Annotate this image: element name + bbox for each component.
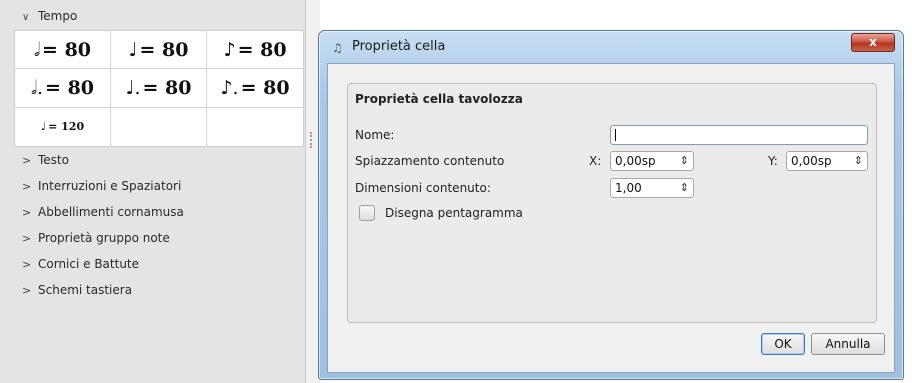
palette-section-bagpipe[interactable]: > Abbellimenti cornamusa — [22, 199, 184, 225]
chevron-right-icon: > — [22, 258, 32, 271]
palette-section-testo[interactable]: > Testo — [22, 147, 69, 173]
splitter-handle-icon — [310, 132, 312, 148]
palette-section-label: Schemi tastiera — [38, 283, 133, 297]
chevron-right-icon: > — [22, 206, 32, 219]
tempo-cell[interactable]: ♩ = 120 — [15, 107, 111, 146]
x-offset-label: X: — [589, 154, 602, 168]
palette-section-frames-measures[interactable]: > Cornici e Battute — [22, 251, 139, 277]
palette-section-label: Tempo — [38, 9, 78, 23]
tempo-cell-text: = 120 — [48, 120, 85, 134]
half-note-icon: 𝅗𝅥 — [33, 38, 41, 61]
tempo-cell-text: = 80 — [45, 76, 95, 99]
name-label: Nome: — [355, 128, 395, 142]
scale-value: 1,00 — [615, 181, 642, 195]
tempo-cell-text: = 80 — [42, 38, 92, 61]
tempo-cell[interactable]: ♪. = 80 — [207, 69, 303, 108]
tempo-grid: 𝅗𝅥 = 80 ♩ = 80 ♪ = 80 𝅗𝅥. = 80 ♩. = 80 ♪. = 80… — [14, 30, 304, 147]
scale-spinbox[interactable]: 1,00 ⇕ — [610, 178, 694, 198]
eighth-note-icon: ♪ — [223, 38, 236, 61]
draw-staff-label[interactable]: Disegna pentagramma — [385, 206, 523, 220]
tempo-cell-text: = 80 — [237, 38, 287, 61]
palette-section-fretboard[interactable]: > Schemi tastiera — [22, 277, 132, 303]
scale-label: Dimensioni contenuto: — [355, 181, 491, 195]
dotted-eighth-note-icon: ♪. — [220, 76, 239, 99]
cell-properties-group: Proprietà cella tavolozza Nome: Spiazzam… — [347, 83, 877, 323]
palette-section-label: Proprietà gruppo note — [38, 231, 170, 245]
tempo-cell-empty[interactable] — [207, 108, 303, 146]
quarter-note-icon: ♩ — [128, 38, 138, 61]
palette-section-label: Abbellimenti cornamusa — [38, 205, 184, 219]
palette-section-breaks[interactable]: > Interruzioni e Spaziatori — [22, 173, 181, 199]
ok-button[interactable]: OK — [761, 333, 805, 355]
tempo-cell[interactable]: 𝅗𝅥. = 80 — [15, 69, 111, 108]
tempo-cell-text: = 80 — [240, 76, 290, 99]
cancel-button[interactable]: Annulla — [811, 333, 885, 355]
spin-arrows-icon: ⇕ — [853, 154, 863, 167]
text-caret — [615, 129, 616, 141]
tempo-cell[interactable]: ♩. = 80 — [111, 69, 207, 108]
draw-staff-checkbox[interactable] — [359, 205, 375, 221]
name-input[interactable] — [610, 125, 868, 145]
spin-arrows-icon: ⇕ — [679, 154, 689, 167]
dotted-quarter-note-icon: ♩. — [125, 76, 141, 99]
tempo-cell[interactable]: ♪ = 80 — [207, 31, 303, 70]
app-icon: ♫ — [332, 41, 343, 55]
offset-label: Spiazzamento contenuto — [355, 154, 505, 168]
quarter-note-icon: ♩ — [40, 120, 47, 134]
palette-panel: ∨ Tempo 𝅗𝅥 = 80 ♩ = 80 ♪ = 80 𝅗𝅥. = 80 ♩. = 80… — [0, 0, 306, 383]
tempo-cell[interactable]: 𝅗𝅥 = 80 — [15, 31, 111, 70]
tempo-cell-empty[interactable] — [111, 107, 207, 146]
x-offset-value: 0,00sp — [615, 154, 656, 168]
palette-section-tempo[interactable]: ∨ Tempo — [22, 5, 77, 27]
dotted-half-note-icon: 𝅗𝅥. — [30, 76, 44, 99]
y-offset-spinbox[interactable]: 0,00sp ⇕ — [786, 151, 868, 171]
palette-cell-properties-dialog: ♫ Proprietà cella x Proprietà cella tavo… — [318, 30, 904, 380]
tempo-cell-text: = 80 — [139, 38, 189, 61]
chevron-right-icon: > — [22, 284, 32, 297]
chevron-right-icon: > — [22, 232, 32, 245]
palette-section-beam-properties[interactable]: > Proprietà gruppo note — [22, 225, 170, 251]
tempo-cell[interactable]: ♩ = 80 — [111, 31, 207, 70]
chevron-down-icon: ∨ — [22, 12, 30, 23]
close-icon: x — [869, 35, 877, 49]
dialog-client-area: Proprietà cella tavolozza Nome: Spiazzam… — [327, 63, 895, 373]
palette-section-label: Cornici e Battute — [38, 257, 140, 271]
tempo-cell-text: = 80 — [142, 76, 192, 99]
spin-arrows-icon: ⇕ — [679, 181, 689, 194]
chevron-right-icon: > — [22, 180, 32, 193]
close-button[interactable]: x — [851, 33, 895, 52]
chevron-right-icon: > — [22, 154, 32, 167]
x-offset-spinbox[interactable]: 0,00sp ⇕ — [610, 151, 694, 171]
palette-section-label: Testo — [38, 153, 69, 167]
group-title: Proprietà cella tavolozza — [355, 92, 523, 106]
palette-section-label: Interruzioni e Spaziatori — [38, 179, 182, 193]
y-offset-label: Y: — [768, 154, 778, 168]
dialog-title: Proprietà cella — [352, 39, 446, 54]
y-offset-value: 0,00sp — [791, 154, 832, 168]
